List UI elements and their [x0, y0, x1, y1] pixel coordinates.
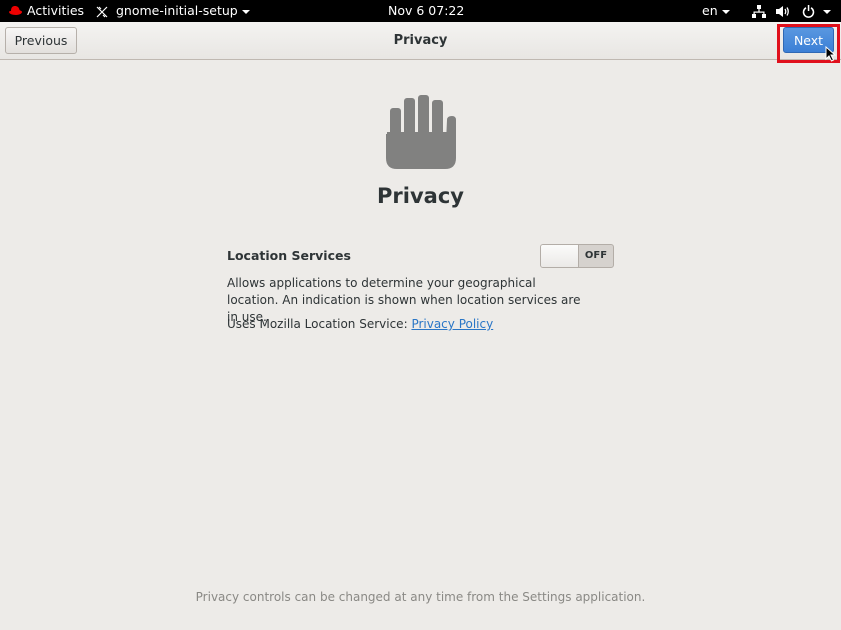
redhat-icon — [8, 1, 23, 23]
app-menu-label: gnome-initial-setup — [115, 3, 238, 18]
switch-state-label: OFF — [584, 250, 608, 261]
location-services-label: Location Services — [227, 248, 351, 263]
app-menu-icon — [96, 3, 116, 18]
page-heading: Privacy — [377, 184, 464, 208]
power-icon — [802, 3, 819, 18]
location-services-switch[interactable]: OFF — [540, 244, 614, 268]
privacy-policy-link[interactable]: Privacy Policy — [411, 317, 493, 331]
previous-button[interactable]: Previous — [5, 27, 77, 54]
clock[interactable]: Nov 6 07:22 — [388, 0, 464, 22]
system-menu[interactable] — [752, 0, 831, 22]
page-title: Privacy — [393, 33, 448, 48]
uses-prefix: Uses Mozilla Location Service: — [227, 317, 412, 331]
switch-knob[interactable] — [541, 245, 579, 267]
activities-button[interactable]: Activities — [8, 0, 84, 22]
chevron-down-icon — [721, 9, 730, 14]
activities-label: Activities — [27, 3, 85, 18]
language-menu[interactable]: en — [702, 0, 730, 22]
chevron-down-icon — [241, 9, 250, 14]
header-bar: Privacy Previous Next — [0, 22, 841, 60]
language-label: en — [702, 3, 718, 18]
chevron-down-icon — [822, 9, 831, 14]
location-service-info: Uses Mozilla Location Service: Privacy P… — [227, 317, 493, 331]
app-menu[interactable]: gnome-initial-setup — [96, 0, 250, 22]
network-icon — [752, 3, 770, 18]
hand-stop-icon — [385, 94, 457, 174]
volume-icon — [775, 3, 794, 18]
top-bar: Activities gnome-initial-setup Nov 6 07:… — [0, 0, 841, 22]
mouse-pointer-icon — [825, 45, 837, 66]
footer-note: Privacy controls can be changed at any t… — [195, 590, 646, 604]
